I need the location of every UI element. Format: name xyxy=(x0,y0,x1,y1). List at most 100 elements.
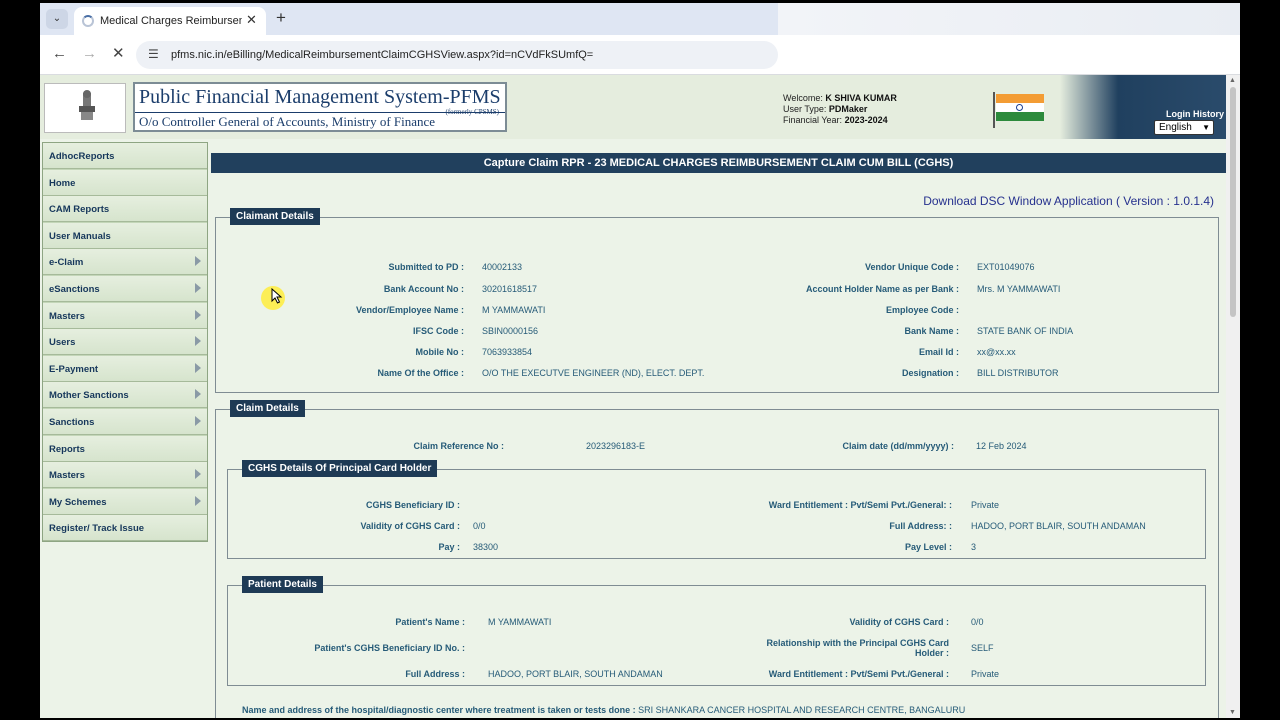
site-settings-icon[interactable]: ☰ xyxy=(148,47,159,61)
pfms-logo[interactable]: Public Financial Management System-PFMS … xyxy=(133,82,507,132)
ifsc-label: IFSC Code : xyxy=(413,326,464,336)
page-scrollbar[interactable]: ▲ ▼ xyxy=(1226,75,1240,718)
financial-year-label: Financial Year: xyxy=(783,115,843,125)
full-address-label: Full Address: : xyxy=(889,521,952,531)
hospital-row: Name and address of the hospital/diagnos… xyxy=(242,705,965,715)
sidebar-item-label: Masters xyxy=(49,470,85,482)
hospital-value: SRI SHANKARA CANCER HOSPITAL AND RESEARC… xyxy=(638,705,966,715)
sidebar-item-label: Mother Sanctions xyxy=(49,390,129,402)
relationship-label: Relationship with the Principal CGHS Car… xyxy=(766,638,949,658)
hospital-label: Name and address of the hospital/diagnos… xyxy=(242,705,636,715)
patient-address-label: Full Address : xyxy=(405,669,465,679)
forward-icon[interactable]: → xyxy=(82,45,97,63)
welcome-name: K SHIVA KUMAR xyxy=(825,93,897,103)
cghs-validity-label: Validity of CGHS Card : xyxy=(360,521,460,531)
address-bar[interactable]: ☰ pfms.nic.in/eBilling/MedicalReimbursem… xyxy=(136,41,778,69)
new-tab-icon[interactable]: + xyxy=(276,9,286,27)
holder-name-label: Account Holder Name as per Bank : xyxy=(805,284,959,294)
sidebar-item[interactable]: Reports xyxy=(43,435,207,462)
user-type: PDMaker xyxy=(828,104,868,114)
main-content: Capture Claim RPR - 23 MEDICAL CHARGES R… xyxy=(211,153,1226,718)
submenu-arrow-icon xyxy=(195,362,201,373)
login-history-link[interactable]: Login History xyxy=(1166,109,1224,119)
bank-name-label: Bank Name : xyxy=(904,326,959,336)
sidebar-item[interactable]: Masters xyxy=(43,462,207,489)
submenu-arrow-icon xyxy=(195,389,201,400)
sidebar-item-label: My Schemes xyxy=(49,496,107,508)
patient-validity-value: 0/0 xyxy=(971,617,984,627)
designation-label: Designation : xyxy=(901,368,959,378)
page-title: Capture Claim RPR - 23 MEDICAL CHARGES R… xyxy=(211,153,1226,173)
sidebar-item[interactable]: Masters xyxy=(43,302,207,329)
sidebar-item-label: E-Payment xyxy=(49,363,99,375)
sidebar-item[interactable]: CAM Reports xyxy=(43,196,207,223)
active-tab[interactable]: Medical Charges Reimburseme ✕ xyxy=(74,7,266,35)
sidebar-item[interactable]: eSanctions xyxy=(43,276,207,302)
patient-details-legend: Patient Details xyxy=(242,576,323,593)
submenu-arrow-icon xyxy=(195,283,201,293)
claim-ref-label: Claim Reference No : xyxy=(413,441,504,451)
sidebar-item[interactable]: Users xyxy=(43,329,207,356)
patient-ward-value: Private xyxy=(971,669,1000,679)
pay-level-label: Pay Level : xyxy=(904,542,952,552)
pfms-title: Public Financial Management System-PFMS xyxy=(139,86,501,108)
browser-window: ⌄ Medical Charges Reimburseme ✕ + ← → ✕ … xyxy=(40,3,1240,718)
financial-year: 2023-2024 xyxy=(844,115,888,125)
sidebar-item[interactable]: Register/ Track Issue xyxy=(43,515,207,542)
sidebar-item-label: Masters xyxy=(49,310,85,322)
sidebar-item-label: Home xyxy=(49,177,76,189)
language-select[interactable]: English ▼ xyxy=(1154,120,1214,135)
tab-search-button[interactable]: ⌄ xyxy=(46,9,68,29)
sidebar-item[interactable]: e-Claim xyxy=(43,249,207,276)
sidebar-item[interactable]: AdhocReports xyxy=(43,143,207,169)
national-emblem xyxy=(44,83,126,133)
ifsc-value: SBIN0000156 xyxy=(482,326,539,336)
mobile-value: 7063933854 xyxy=(482,347,533,357)
emblem-icon xyxy=(79,90,95,120)
mouse-cursor-icon xyxy=(271,288,283,304)
browser-toolbar: ← → ✕ ☰ pfms.nic.in/eBilling/MedicalReim… xyxy=(40,35,1240,75)
submenu-arrow-icon xyxy=(195,336,201,347)
patient-name-value: M YAMMAWATI xyxy=(488,617,552,627)
sidebar-item[interactable]: Mother Sanctions xyxy=(43,382,207,409)
sidebar-item[interactable]: User Manuals xyxy=(43,222,207,249)
loading-spinner-icon xyxy=(82,15,94,27)
scroll-up-icon[interactable]: ▲ xyxy=(1229,77,1236,84)
user-type-label: User Type: xyxy=(783,104,827,114)
tab-title: Medical Charges Reimburseme xyxy=(100,15,242,27)
sidebar-item-label: Reports xyxy=(49,443,85,455)
page-content: Public Financial Management System-PFMS … xyxy=(40,75,1240,718)
submenu-arrow-icon xyxy=(195,256,201,267)
site-header: Public Financial Management System-PFMS … xyxy=(40,75,1226,139)
cghs-beneficiary-label: CGHS Beneficiary ID : xyxy=(365,500,460,510)
download-dsc-link[interactable]: Download DSC Window Application ( Versio… xyxy=(923,194,1214,208)
logo-divider xyxy=(135,112,505,113)
sidebar-item-label: eSanctions xyxy=(49,284,100,295)
claim-date-value: 12 Feb 2024 xyxy=(976,441,1027,451)
submenu-arrow-icon xyxy=(195,469,201,480)
scroll-thumb[interactable] xyxy=(1230,87,1236,317)
tab-close-icon[interactable]: ✕ xyxy=(246,13,257,27)
claim-details-legend: Claim Details xyxy=(230,400,305,417)
claimant-details-legend: Claimant Details xyxy=(230,208,320,225)
bank-name-value: STATE BANK OF INDIA xyxy=(977,326,1074,336)
scroll-down-icon[interactable]: ▼ xyxy=(1229,709,1236,716)
sidebar-item[interactable]: E-Payment xyxy=(43,355,207,382)
employee-code-label: Employee Code : xyxy=(885,305,959,315)
sidebar-item[interactable]: My Schemes xyxy=(43,488,207,515)
user-info: Welcome: K SHIVA KUMAR User Type: PDMake… xyxy=(783,93,897,126)
sidebar-item-label: AdhocReports xyxy=(49,151,115,162)
pfms-subtitle: O/o Controller General of Accounts, Mini… xyxy=(139,114,436,129)
patient-address-value: HADOO, PORT BLAIR, SOUTH ANDAMAN xyxy=(488,669,663,679)
back-icon[interactable]: ← xyxy=(52,45,67,63)
sidebar-item[interactable]: Sanctions xyxy=(43,409,207,435)
submenu-arrow-icon xyxy=(195,416,201,426)
pay-level-value: 3 xyxy=(971,542,977,552)
claim-date-label: Claim date (dd/mm/yyyy) : xyxy=(842,441,954,451)
stop-loading-icon[interactable]: ✕ xyxy=(112,45,125,63)
office-label: Name Of the Office : xyxy=(377,368,464,378)
cghs-principal-section: CGHS Details Of Principal Card Holder CG… xyxy=(227,460,1206,559)
patient-beneficiary-label: Patient's CGHS Beneficiary ID No. : xyxy=(314,643,465,653)
sidebar-item[interactable]: Home xyxy=(43,169,207,196)
chevron-down-icon: ▼ xyxy=(1202,123,1210,132)
